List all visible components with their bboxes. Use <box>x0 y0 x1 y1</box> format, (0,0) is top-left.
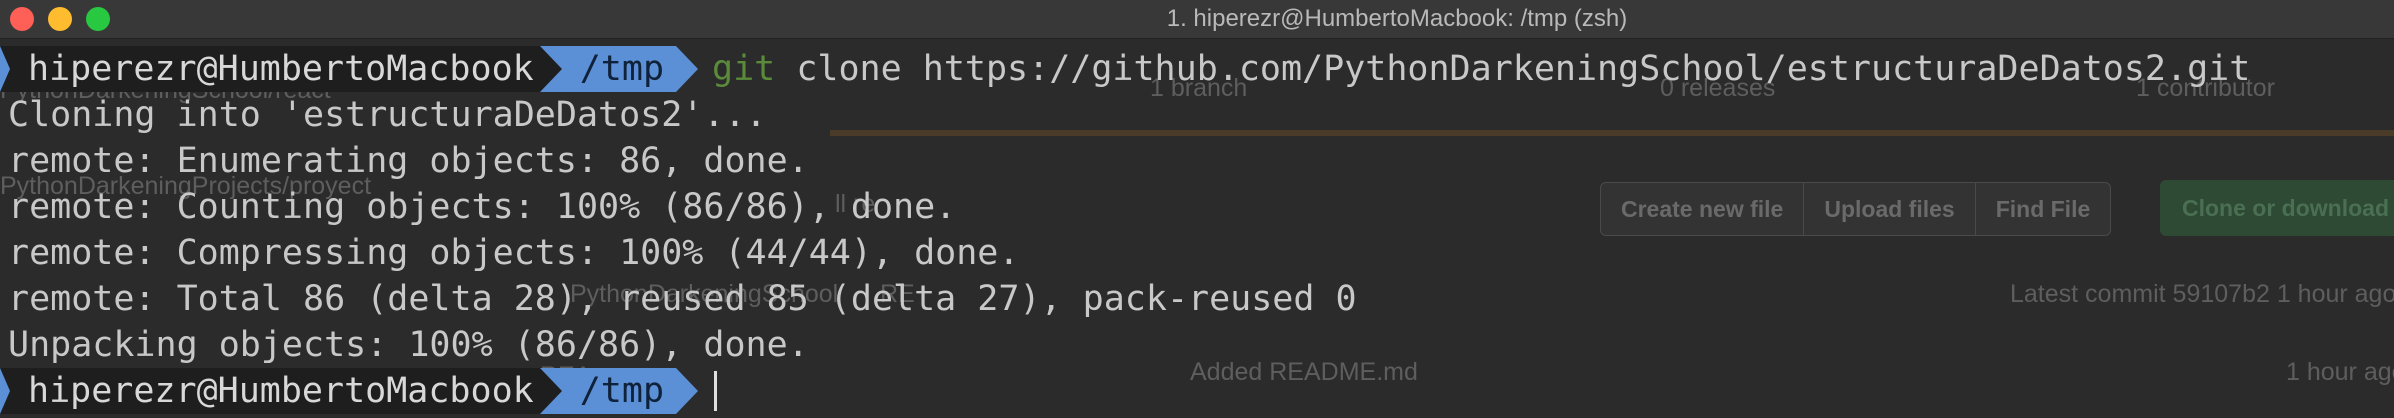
command-args: clone https://github.com/PythonDarkening… <box>775 46 2250 92</box>
window-title: 1. hiperezr@HumbertoMacbook: /tmp (zsh) <box>1166 5 1628 32</box>
output-line: Cloning into 'estructuraDeDatos2'... <box>8 95 767 135</box>
upload-files-button: Upload files <box>1804 183 1976 235</box>
output-line: remote: Counting objects: 100% (86/86), … <box>8 187 957 227</box>
text-cursor[interactable] <box>714 371 718 411</box>
prompt-line-2: hiperezr@HumbertoMacbook /tmp <box>0 368 718 414</box>
latest-commit: Latest commit 59107b2 1 hour ago <box>2010 280 2394 308</box>
output-line: remote: Enumerating objects: 86, done. <box>8 141 809 181</box>
output-line: remote: Compressing objects: 100% (44/44… <box>8 233 1020 273</box>
prompt-user: hiperezr@HumbertoMacbook <box>0 46 540 92</box>
clone-download-button: Clone or download <box>2160 180 2394 236</box>
prompt-line-1: hiperezr@HumbertoMacbook /tmp git clone … <box>0 46 2250 92</box>
window-titlebar: 1. hiperezr@HumbertoMacbook: /tmp (zsh) <box>0 0 2394 39</box>
prompt-directory: /tmp <box>561 46 677 92</box>
prompt-user: hiperezr@HumbertoMacbook <box>0 368 540 414</box>
prompt-arrow-icon <box>676 368 699 414</box>
file-commit-message: Added README.md <box>1190 358 1418 386</box>
output-line: remote: Total 86 (delta 28), reused 85 (… <box>8 279 1357 319</box>
prompt-arrow-icon <box>676 46 699 92</box>
command-word: git <box>712 49 776 89</box>
output-line: Unpacking objects: 100% (86/86), done. <box>8 325 809 365</box>
find-file-button: Find File <box>1995 196 2091 222</box>
prompt-separator-icon <box>539 46 562 92</box>
command-args-text: clone https://github.com/PythonDarkening… <box>796 49 2251 89</box>
prompt-directory: /tmp <box>561 368 677 414</box>
create-new-file-button: Create new file <box>1601 183 1805 235</box>
file-buttons: Create new file Upload files Find File <box>1600 182 2112 236</box>
language-bar <box>830 130 2394 136</box>
file-commit-time: 1 hour ago <box>2286 358 2394 386</box>
prompt-separator-icon <box>539 368 562 414</box>
